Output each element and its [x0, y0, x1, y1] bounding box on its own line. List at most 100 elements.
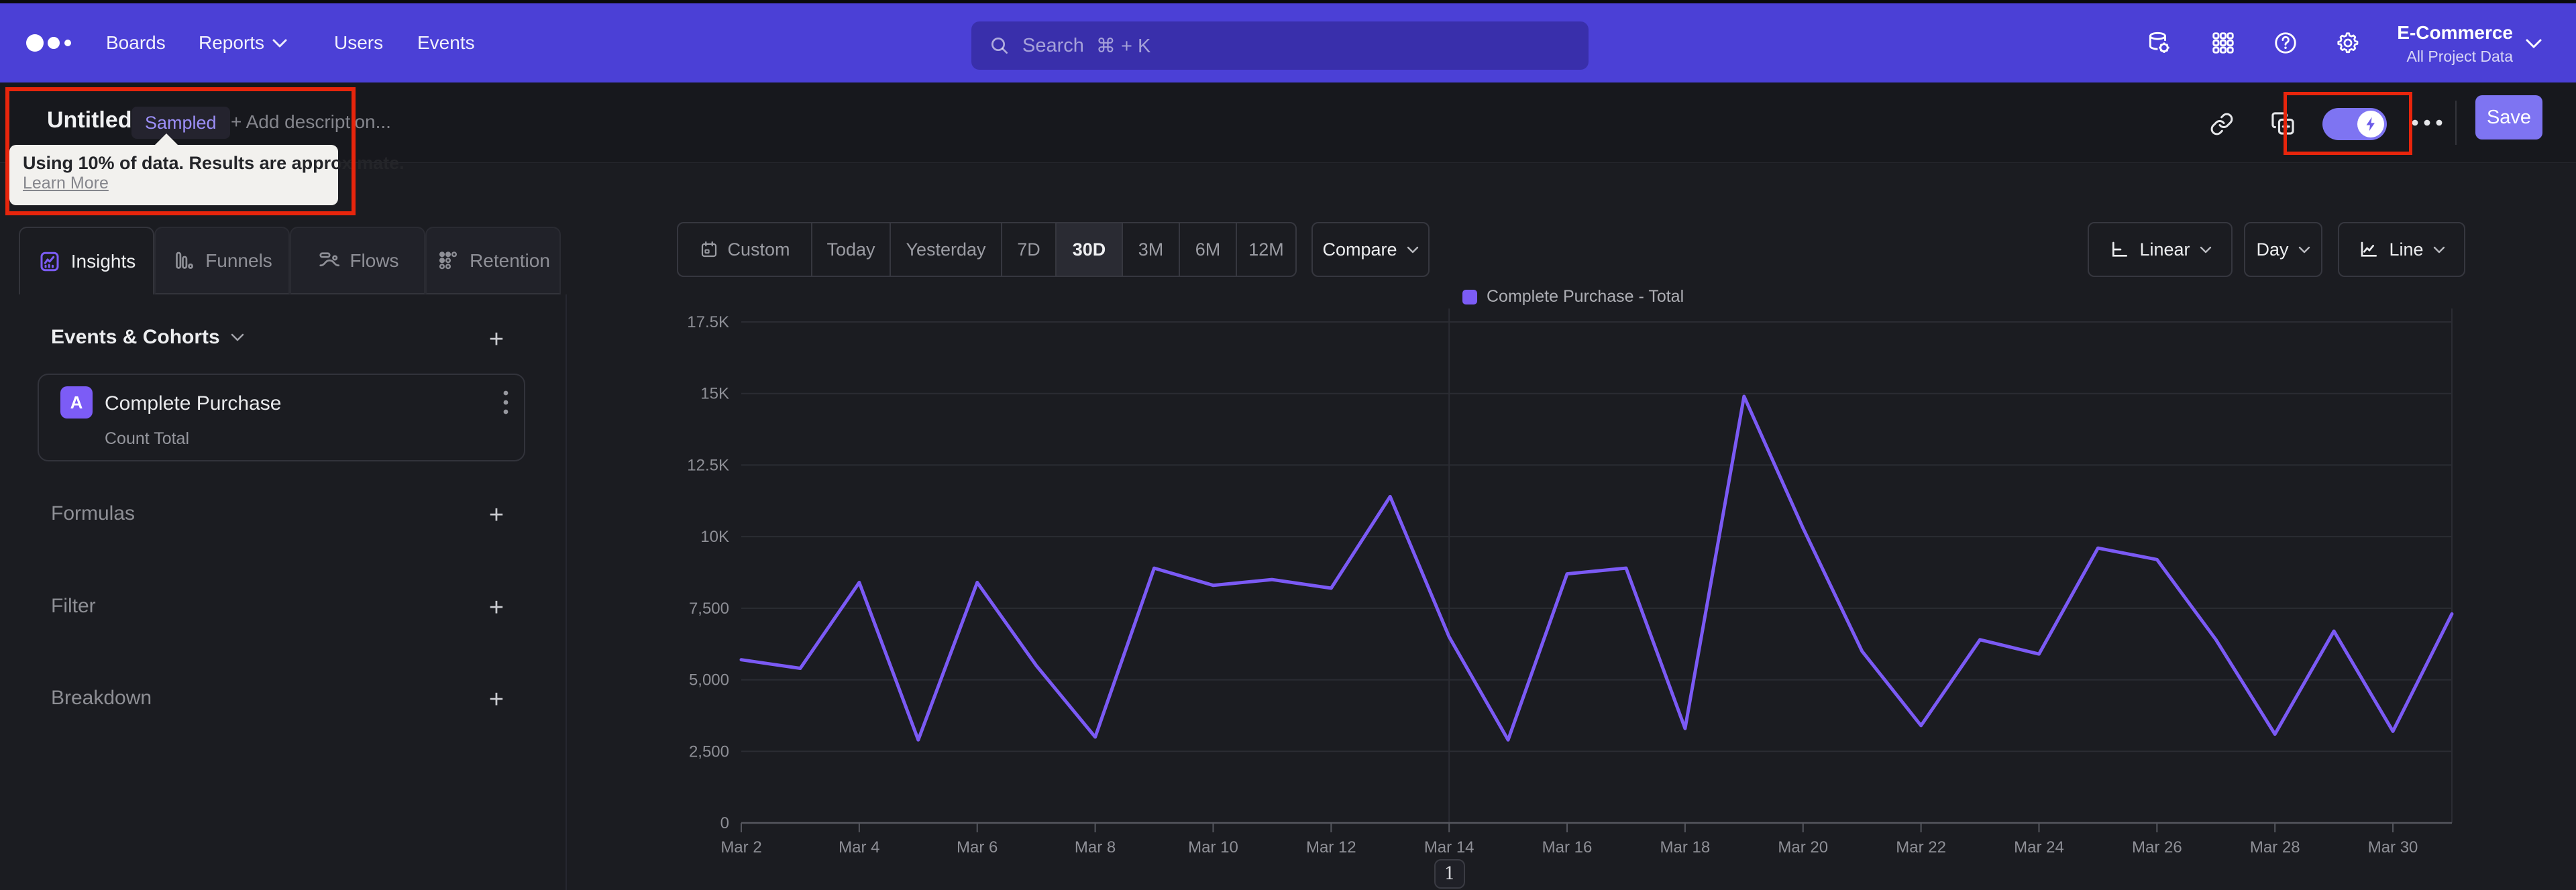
svg-text:Mar 4: Mar 4 [839, 838, 879, 856]
linear-axes-icon [2112, 241, 2128, 257]
chevron-down-icon [2298, 246, 2310, 253]
add-breakdown-button[interactable]: + [482, 685, 511, 714]
event-kebab-menu-icon[interactable] [502, 388, 510, 417]
range-custom[interactable]: Custom [678, 223, 812, 276]
tab-funnels[interactable]: Funnels [154, 227, 290, 294]
mixpanel-logo-icon[interactable] [25, 3, 76, 82]
pagination-page-1[interactable]: 1 [1434, 859, 1465, 889]
calendar-icon [702, 241, 717, 258]
svg-text:Mar 26: Mar 26 [2132, 838, 2182, 856]
range-today[interactable]: Today [812, 223, 891, 276]
svg-text:Mar 30: Mar 30 [2368, 838, 2418, 856]
learn-more-link[interactable]: Learn More [23, 174, 325, 193]
more-ellipsis-icon[interactable] [2410, 118, 2445, 127]
nav-item-label: Reports [199, 32, 265, 53]
event-metric[interactable]: Count Total [105, 429, 189, 449]
add-description-button[interactable]: + Add description... [231, 111, 391, 133]
tooltip-text: Using 10% of data. Results are approxima… [23, 153, 405, 173]
svg-text:Mar 6: Mar 6 [957, 838, 998, 856]
nav-item-events[interactable]: Events [417, 3, 475, 82]
tab-insights[interactable]: Insights [19, 227, 154, 294]
tooltip-caret [153, 133, 180, 147]
sampling-toggle[interactable] [2322, 108, 2387, 140]
line-chart-icon [2361, 241, 2377, 257]
range-3m[interactable]: 3M [1123, 223, 1180, 276]
section-breakdown[interactable]: Breakdown [51, 687, 152, 710]
toggle-knob [2357, 111, 2384, 137]
legend-label: Complete Purchase - Total [1487, 287, 1684, 306]
nav-item-users[interactable]: Users [334, 3, 383, 82]
funnels-bars-icon [176, 252, 194, 269]
search-input[interactable]: Search ⌘ + K [971, 21, 1589, 70]
link-icon[interactable] [2210, 112, 2234, 136]
legend-swatch [1462, 289, 1477, 304]
report-title[interactable]: Untitled [47, 107, 132, 133]
granularity-dropdown[interactable]: Day [2244, 222, 2322, 277]
range-7d[interactable]: 7D [1002, 223, 1057, 276]
svg-text:7,500: 7,500 [689, 600, 729, 618]
project-selector[interactable]: E-Commerce All Project Data [2385, 19, 2513, 66]
section-formulas[interactable]: Formulas [51, 502, 135, 525]
insights-chart-icon [40, 252, 59, 271]
search-icon [991, 38, 1008, 54]
svg-text:Mar 12: Mar 12 [1306, 838, 1356, 856]
range-12m[interactable]: 12M [1237, 223, 1295, 276]
add-event-button[interactable]: + [482, 325, 511, 354]
add-formula-button[interactable]: + [482, 500, 511, 530]
svg-text:Mar 10: Mar 10 [1188, 838, 1238, 856]
section-filter[interactable]: Filter [51, 595, 96, 618]
nav-item-label: Users [334, 32, 384, 53]
svg-text:Mar 24: Mar 24 [2014, 838, 2064, 856]
svg-text:Mar 16: Mar 16 [1542, 838, 1593, 856]
range-yesterday[interactable]: Yesterday [891, 223, 1002, 276]
svg-text:2,500: 2,500 [689, 742, 729, 761]
svg-text:Mar 20: Mar 20 [1778, 838, 1828, 856]
top-nav-bar: Boards Reports Users Events Search ⌘ + K [0, 3, 2576, 82]
tab-label: Funnels [205, 249, 272, 271]
nav-item-label: Events [417, 32, 475, 53]
project-scope: All Project Data [2406, 48, 2513, 65]
range-6m[interactable]: 6M [1180, 223, 1237, 276]
date-range-segmented-control: Custom Today Yesterday 7D 30D 3M 6M 12M [677, 222, 1297, 277]
chart-type-dropdown[interactable]: Line [2338, 222, 2465, 277]
search-shortcut: ⌘ + K [1095, 35, 1151, 57]
compare-label: Compare [1322, 239, 1397, 260]
svg-text:Mar 8: Mar 8 [1075, 838, 1116, 856]
nav-item-label: Boards [106, 32, 166, 53]
tab-label: Retention [470, 249, 550, 271]
copy-add-icon[interactable] [2270, 111, 2296, 136]
scale-label: Linear [2139, 239, 2190, 260]
help-icon[interactable] [2273, 30, 2298, 56]
compare-dropdown[interactable]: Compare [1311, 222, 1430, 277]
events-cohorts-header[interactable]: Events & Cohorts [51, 326, 244, 349]
settings-gear-icon[interactable] [2335, 30, 2361, 56]
save-button[interactable]: Save [2475, 95, 2542, 140]
scale-dropdown[interactable]: Linear [2088, 222, 2233, 277]
svg-text:Mar 2: Mar 2 [720, 838, 761, 856]
apps-grid-icon[interactable] [2210, 30, 2236, 56]
tab-flows[interactable]: Flows [290, 227, 425, 294]
tab-retention[interactable]: Retention [425, 227, 561, 294]
retention-dots-icon [439, 251, 458, 269]
project-chevron-down-icon[interactable] [2525, 38, 2542, 49]
event-name[interactable]: Complete Purchase [105, 392, 281, 415]
nav-item-reports[interactable]: Reports [199, 3, 287, 82]
sampling-tooltip: Using 10% of data. Results are approxima… [9, 145, 405, 205]
tab-label: Insights [70, 250, 136, 272]
svg-text:5,000: 5,000 [689, 671, 729, 689]
add-filter-button[interactable]: + [482, 593, 511, 622]
granularity-label: Day [2256, 239, 2289, 260]
svg-text:17.5K: 17.5K [687, 313, 729, 331]
nav-item-boards[interactable]: Boards [106, 3, 166, 82]
legend-item[interactable]: Complete Purchase - Total [1462, 287, 1684, 307]
range-30d[interactable]: 30D [1057, 223, 1123, 276]
logo-dots-icon [26, 34, 71, 52]
sampled-badge[interactable]: Sampled [131, 107, 230, 139]
data-management-icon[interactable] [2146, 30, 2171, 56]
sidebar-right-border [566, 294, 567, 890]
app-window: Boards Reports Users Events Search ⌘ + K [0, 0, 2576, 890]
project-name: E-Commerce [2397, 22, 2513, 43]
chevron-down-icon [2200, 246, 2211, 253]
svg-text:Mar 22: Mar 22 [1896, 838, 1946, 856]
tab-label: Flows [350, 249, 399, 271]
